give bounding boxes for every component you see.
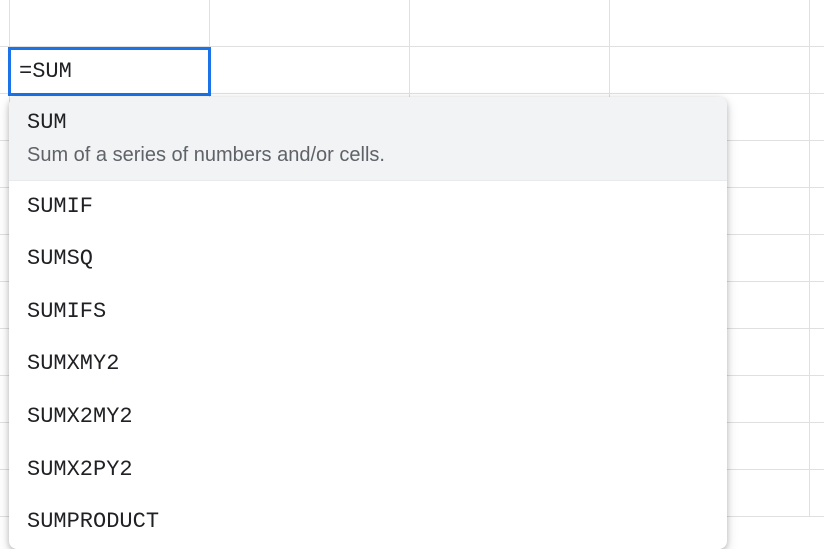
- autocomplete-item-name: SUM: [27, 109, 709, 138]
- autocomplete-item-description: Sum of a series of numbers and/or cells.: [27, 142, 709, 168]
- autocomplete-item-sumproduct[interactable]: SUMPRODUCT: [9, 496, 727, 549]
- autocomplete-item-sumifs[interactable]: SUMIFS: [9, 286, 727, 339]
- autocomplete-item-sum[interactable]: SUM Sum of a series of numbers and/or ce…: [9, 97, 727, 181]
- autocomplete-item-sumif[interactable]: SUMIF: [9, 181, 727, 234]
- grid-cell[interactable]: [210, 0, 410, 46]
- autocomplete-item-sumsq[interactable]: SUMSQ: [9, 233, 727, 286]
- grid-row: [0, 0, 824, 47]
- grid-cell[interactable]: [10, 0, 210, 46]
- grid-cell[interactable]: [410, 47, 610, 93]
- grid-cell[interactable]: [0, 0, 10, 46]
- grid-cell[interactable]: [410, 0, 610, 46]
- grid-cell[interactable]: [610, 0, 810, 46]
- formula-autocomplete-dropdown: SUM Sum of a series of numbers and/or ce…: [9, 97, 727, 549]
- autocomplete-item-sumx2my2[interactable]: SUMX2MY2: [9, 391, 727, 444]
- autocomplete-item-sumxmy2[interactable]: SUMXMY2: [9, 338, 727, 391]
- grid-cell[interactable]: [610, 47, 810, 93]
- autocomplete-item-sumx2py2[interactable]: SUMX2PY2: [9, 444, 727, 497]
- grid-cell[interactable]: [210, 47, 410, 93]
- formula-cell-input[interactable]: =SUM: [8, 47, 211, 96]
